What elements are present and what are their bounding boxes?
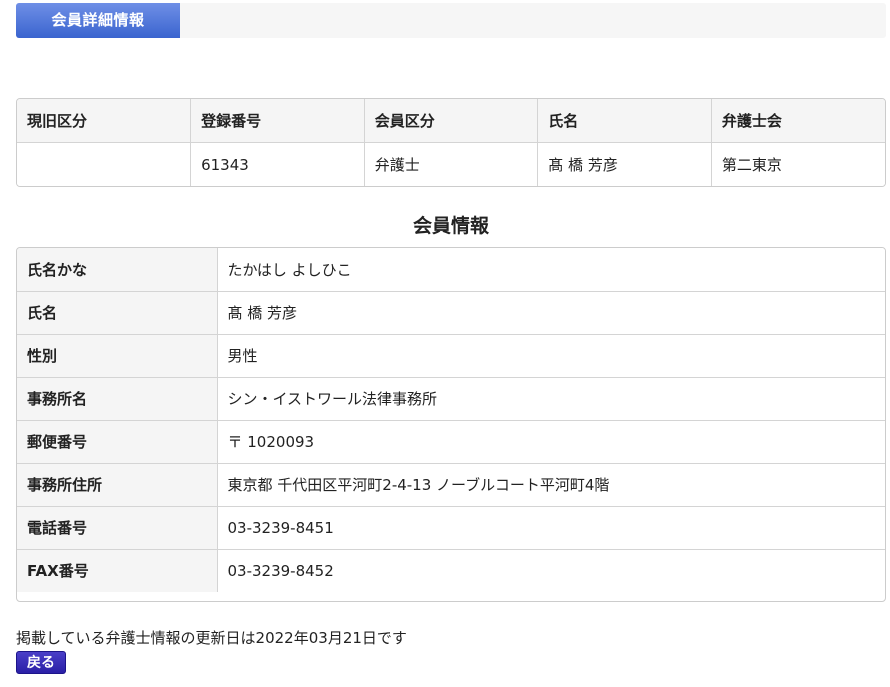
detail-row-office-address: 事務所住所 東京都 千代田区平河町2-4-13 ノーブルコート平河町4階 (17, 463, 885, 507)
section-title: 会員情報 (412, 215, 489, 237)
detail-label: 事務所住所 (17, 463, 218, 507)
detail-row-fax: FAX番号 03-3239-8452 (17, 549, 885, 592)
detail-label: 電話番号 (17, 506, 218, 550)
detail-row-office-name: 事務所名 シン・イストワール法律事務所 (17, 377, 885, 421)
update-date-note: 掲載している弁護士情報の更新日は2022年03月21日です (16, 629, 407, 647)
detail-row-phone: 電話番号 03-3239-8451 (17, 506, 885, 550)
detail-value: 03-3239-8451 (217, 506, 885, 550)
summary-value-member-type: 弁護士 (364, 142, 539, 186)
detail-value: 〒 1020093 (217, 420, 885, 464)
summary-header-registration-number: 登録番号 (190, 99, 365, 143)
member-summary-table: 現旧区分 登録番号 会員区分 氏名 弁護士会 61343 弁護士 髙 橋 芳彦 … (16, 98, 886, 187)
summary-value-registration-number: 61343 (190, 142, 365, 186)
summary-header-name: 氏名 (537, 99, 712, 143)
detail-row-gender: 性別 男性 (17, 334, 885, 378)
summary-header-status: 現旧区分 (17, 99, 192, 143)
detail-value: 男性 (217, 334, 885, 378)
member-details-table: 氏名かな たかはし よしひこ 氏名 髙 橋 芳彦 性別 男性 事務所名 シン・イ… (16, 247, 886, 602)
detail-label: 事務所名 (17, 377, 218, 421)
summary-value-status (17, 142, 192, 186)
detail-label: 氏名 (17, 291, 218, 335)
detail-value: 東京都 千代田区平河町2-4-13 ノーブルコート平河町4階 (217, 463, 885, 507)
detail-row-postal-code: 郵便番号 〒 1020093 (17, 420, 885, 464)
header-bar: 会員詳細情報 (16, 3, 886, 38)
summary-header-bar-association: 弁護士会 (711, 99, 885, 143)
detail-value: シン・イストワール法律事務所 (217, 377, 885, 421)
detail-label: 氏名かな (17, 248, 218, 292)
detail-value: 03-3239-8452 (217, 549, 885, 592)
detail-label: 性別 (17, 334, 218, 378)
summary-header-row: 現旧区分 登録番号 会員区分 氏名 弁護士会 (17, 99, 885, 143)
summary-header-member-type: 会員区分 (364, 99, 539, 143)
detail-row-kana: 氏名かな たかはし よしひこ (17, 248, 885, 292)
detail-value: たかはし よしひこ (217, 248, 885, 292)
back-button[interactable]: 戻る (16, 651, 66, 674)
detail-value: 髙 橋 芳彦 (217, 291, 885, 335)
member-detail-tab[interactable]: 会員詳細情報 (16, 3, 180, 38)
summary-value-row: 61343 弁護士 髙 橋 芳彦 第二東京 (17, 142, 885, 186)
summary-value-bar-association: 第二東京 (711, 142, 885, 186)
detail-label: FAX番号 (17, 549, 218, 592)
detail-row-name: 氏名 髙 橋 芳彦 (17, 291, 885, 335)
summary-value-name: 髙 橋 芳彦 (537, 142, 712, 186)
detail-label: 郵便番号 (17, 420, 218, 464)
